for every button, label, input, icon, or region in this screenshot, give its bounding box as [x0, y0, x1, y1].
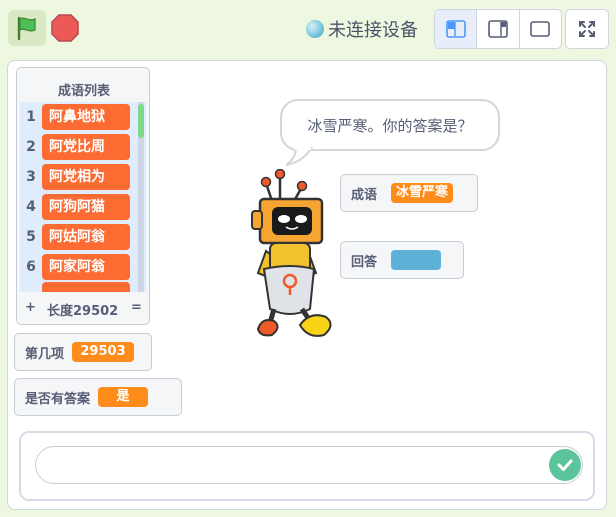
large-stage-button[interactable]	[520, 10, 561, 48]
idiom-monitor: 成语 冰雪严寒	[340, 174, 478, 212]
list-item-value[interactable]: 阿鼻地狱	[42, 104, 130, 130]
idiom-list-monitor: 成语列表 1 阿鼻地狱 2 阿党比周 3 阿党相为 4 阿狗阿猫 5 阿姑阿翁	[16, 67, 150, 325]
list-item-index: 6	[26, 259, 36, 275]
device-status-label: 未连接设备	[328, 20, 418, 41]
variable-value: 29503	[72, 342, 135, 362]
variable-value: 是	[98, 387, 149, 407]
variable-label: 是否有答案	[25, 391, 91, 407]
answer-input[interactable]	[35, 446, 583, 484]
list-add-item-button[interactable]: +	[25, 300, 36, 315]
robot-sprite[interactable]	[244, 169, 344, 339]
answer-submit-button[interactable]	[549, 449, 581, 481]
stage-header: 未连接设备	[0, 0, 616, 58]
variable-label: 第几项	[25, 346, 65, 362]
list-item[interactable]: 3 阿党相为	[20, 162, 146, 192]
list-item-value[interactable]: 阿狗阿猫	[42, 194, 130, 220]
list-item-index: 1	[26, 109, 36, 125]
speech-bubble: 冰雪严寒。你的答案是？	[280, 99, 500, 151]
connection-indicator-icon	[306, 20, 324, 38]
list-item-index: 5	[26, 229, 36, 245]
list-scroll-thumb[interactable]	[138, 104, 144, 138]
small-stage-icon	[445, 20, 466, 38]
list-item[interactable]: 6 阿家阿翁	[20, 252, 146, 282]
green-flag-icon	[17, 16, 36, 41]
check-icon	[557, 459, 573, 471]
stop-icon	[51, 14, 79, 42]
ask-prompt	[19, 431, 595, 501]
device-connection-status[interactable]: 未连接设备	[306, 16, 418, 42]
list-title: 成语列表	[57, 84, 110, 99]
variable-label: 成语	[351, 187, 378, 203]
has-answer-monitor: 是否有答案 是	[14, 378, 182, 416]
speech-text: 冰雪严寒。你的答案是？	[307, 116, 473, 135]
fullscreen-icon	[579, 21, 595, 37]
variable-label: 回答	[351, 254, 378, 270]
large-stage-icon	[530, 21, 551, 37]
nth-item-monitor: 第几项 29503	[14, 333, 152, 371]
stage-layout-toggle	[434, 9, 562, 49]
list-item[interactable]: 5 阿姑阿翁	[20, 222, 146, 252]
stop-button[interactable]	[49, 12, 81, 44]
list-scrollbar[interactable]	[138, 102, 144, 292]
list-item-value[interactable]: 阿党相为	[42, 164, 130, 190]
variable-value: 冰雪严寒	[391, 183, 454, 203]
list-item-index: 4	[26, 199, 36, 215]
list-item[interactable]: 1 阿鼻地狱	[20, 102, 146, 132]
list-item-index: 2	[26, 139, 36, 155]
list-item-value-partial	[42, 282, 130, 292]
list-item[interactable]: 2 阿党比周	[20, 132, 146, 162]
list-item[interactable]: 4 阿狗阿猫	[20, 192, 146, 222]
list-footer: + 长度29502 =	[17, 300, 151, 320]
list-item-value[interactable]: 阿党比周	[42, 134, 130, 160]
fullscreen-button[interactable]	[565, 9, 609, 49]
small-stage-button[interactable]	[435, 10, 478, 48]
list-length: 长度29502	[47, 304, 119, 319]
green-flag-button[interactable]	[8, 10, 46, 46]
stage[interactable]: 成语列表 1 阿鼻地狱 2 阿党比周 3 阿党相为 4 阿狗阿猫 5 阿姑阿翁	[7, 60, 607, 510]
answer-monitor: 回答	[340, 241, 464, 279]
list-item-value[interactable]: 阿姑阿翁	[42, 224, 130, 250]
variable-value	[391, 250, 442, 270]
list-resize-handle[interactable]: =	[131, 300, 142, 315]
list-item-value[interactable]: 阿家阿翁	[42, 254, 130, 280]
speech-bubble-tail	[286, 147, 314, 166]
stage-sidebar-button[interactable]	[477, 10, 520, 48]
stage-sidebar-icon	[488, 20, 508, 38]
list-item	[20, 282, 146, 292]
list-body[interactable]: 1 阿鼻地狱 2 阿党比周 3 阿党相为 4 阿狗阿猫 5 阿姑阿翁 6 阿家阿…	[20, 102, 146, 292]
list-item-index: 3	[26, 169, 36, 185]
